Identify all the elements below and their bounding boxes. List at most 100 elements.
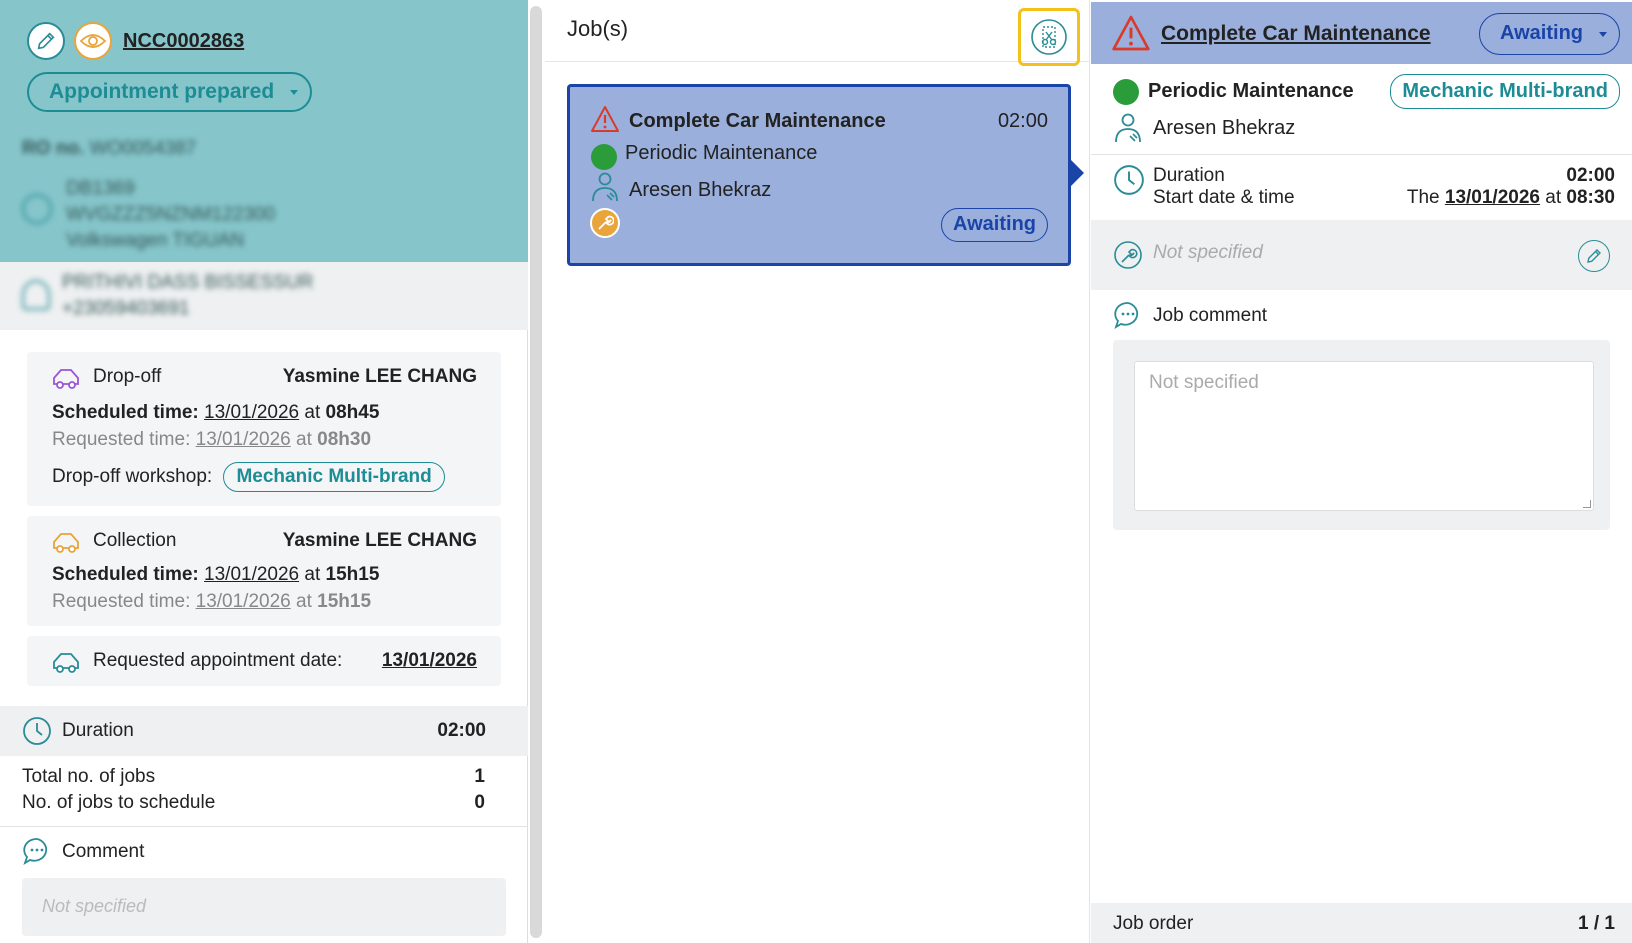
job-comment-container: Not specified	[1113, 340, 1610, 530]
scissors-icon	[1031, 19, 1067, 55]
comment-icon	[23, 838, 48, 866]
status-dot-icon	[1113, 79, 1139, 105]
ro-label: RO no.	[22, 138, 85, 159]
job-detail-panel: Complete Car Maintenance Awaiting Period…	[1091, 0, 1632, 943]
collection-title: Collection	[93, 530, 177, 551]
job-status-dropdown[interactable]: Awaiting	[1479, 13, 1620, 55]
job-order-label: Job order	[1113, 913, 1194, 934]
requested-label: Requested time:	[52, 429, 191, 450]
divider	[0, 826, 528, 827]
requested-appointment-date: 13/01/2026	[381, 650, 477, 671]
workshop-tag[interactable]: Mechanic Multi-brand	[1390, 74, 1620, 109]
job-name-link[interactable]: Complete Car Maintenance	[1161, 22, 1431, 46]
scheduled-date: 13/01/2026	[204, 402, 300, 423]
job-type: Periodic Maintenance	[1148, 80, 1354, 102]
dropoff-scheduled: Scheduled time: 13/01/2026 at 08h45	[52, 402, 379, 424]
job-order-row: Job order 1 / 1	[1091, 903, 1632, 943]
start-date: 13/01/2026	[1444, 187, 1540, 208]
dropoff-card: Drop-off Yasmine LEE CHANG Scheduled tim…	[27, 352, 501, 506]
job-comment-placeholder: Not specified	[1149, 372, 1259, 393]
vehicle-model: Volkswagen TIGUAN	[66, 230, 245, 251]
job-name: Complete Car Maintenance	[629, 110, 886, 132]
at-label: at	[1545, 187, 1562, 208]
appointment-status-dropdown[interactable]: Appointment prepared	[27, 72, 313, 112]
chevron-down-icon	[290, 90, 299, 95]
technician-icon	[592, 172, 618, 202]
collection-card: Collection Yasmine LEE CHANG Scheduled t…	[27, 516, 501, 626]
job-detail-header: Complete Car Maintenance Awaiting	[1091, 2, 1632, 64]
warning-icon	[591, 106, 619, 132]
customer-phone: +23059403691	[62, 298, 190, 319]
workshop-label: Drop-off workshop:	[52, 466, 213, 487]
requested-appointment-label: Requested appointment date:	[93, 650, 343, 671]
at-label: at	[296, 429, 312, 450]
customer-info: PRITHIVI DASS BISSESSUR +23059403691	[22, 272, 502, 322]
comment-label: Comment	[62, 841, 145, 862]
duration-label: Duration	[1153, 165, 1225, 186]
at-label: at	[296, 591, 312, 612]
technician-icon	[1115, 113, 1141, 143]
jobs-title: Job(s)	[567, 16, 629, 41]
clock-icon	[1114, 165, 1144, 195]
jobs-to-schedule-label: No. of jobs to schedule	[22, 792, 216, 813]
at-label: at	[304, 564, 321, 585]
requested-appointment-card: Requested appointment date: 13/01/2026	[27, 636, 501, 686]
status-label: Appointment prepared	[49, 80, 275, 103]
wrench-icon	[1114, 241, 1142, 269]
total-jobs-value: 1	[474, 766, 485, 787]
order-number-link[interactable]: NCC0002863	[123, 30, 244, 53]
split-job-button[interactable]	[1018, 8, 1080, 66]
scheduled-time: 15h15	[325, 564, 380, 585]
status-dot-icon	[591, 144, 617, 170]
requested-time: 08h30	[317, 429, 372, 450]
jobs-to-schedule-value: 0	[474, 792, 485, 813]
start-time: 08:30	[1566, 187, 1615, 208]
job-duration: 02:00	[997, 110, 1048, 132]
tool-row: Not specified	[1091, 220, 1632, 290]
warning-icon	[1112, 15, 1150, 51]
divider	[1091, 154, 1632, 155]
pencil-icon	[1587, 249, 1601, 263]
vehicle-code: DB1369	[66, 178, 135, 199]
dropoff-title: Drop-off	[93, 366, 162, 387]
start-datetime: The 13/01/2026 at 08:30	[1407, 187, 1615, 209]
job-comment-textarea[interactable]: Not specified	[1134, 361, 1594, 511]
customer-section: PRITHIVI DASS BISSESSUR +23059403691	[0, 262, 528, 330]
comment-field[interactable]: Not specified	[22, 878, 506, 936]
job-comment-label: Job comment	[1153, 305, 1268, 326]
dropoff-person: Yasmine LEE CHANG	[282, 366, 477, 387]
calendar-car-icon	[53, 653, 79, 673]
scheduled-label: Scheduled time:	[52, 564, 199, 585]
job-technician: Aresen Bhekraz	[1153, 117, 1296, 139]
edit-tool-button[interactable]	[1578, 240, 1610, 272]
duration-label: Duration	[62, 720, 134, 741]
left-scrollbar[interactable]	[530, 6, 542, 938]
comment-icon	[1114, 302, 1139, 330]
start-prefix: The	[1406, 187, 1440, 208]
requested-time: 15h15	[317, 591, 372, 612]
vehicle-vin: WVGZZZ5NZNM122300	[66, 204, 276, 225]
tool-placeholder: Not specified	[1153, 242, 1263, 263]
requested-date: 13/01/2026	[195, 429, 291, 450]
scheduled-time: 08h45	[325, 402, 380, 423]
start-label: Start date & time	[1153, 187, 1295, 208]
eye-icon	[80, 34, 106, 48]
job-status-badge: Awaiting	[941, 208, 1048, 242]
total-jobs-label: Total no. of jobs	[22, 766, 156, 787]
person-icon	[22, 280, 50, 310]
wrench-icon	[590, 208, 620, 238]
scheduled-label: Scheduled time:	[52, 402, 199, 423]
pencil-icon	[37, 32, 55, 50]
clock-icon	[23, 717, 51, 745]
comment-placeholder: Not specified	[42, 896, 147, 916]
job-order-value: 1 / 1	[1578, 913, 1615, 934]
jobs-header: Job(s)	[545, 0, 1090, 66]
resize-handle-icon[interactable]	[1583, 500, 1591, 508]
workshop-tag[interactable]: Mechanic Multi-brand	[223, 462, 445, 492]
edit-button[interactable]	[27, 22, 65, 60]
view-button[interactable]	[74, 22, 112, 60]
job-card[interactable]: Complete Car Maintenance 02:00 Periodic …	[567, 84, 1071, 266]
collection-requested: Requested time: 13/01/2026 at 15h15	[52, 591, 371, 613]
requested-label: Requested time:	[52, 591, 191, 612]
scheduled-date: 13/01/2026	[204, 564, 300, 585]
